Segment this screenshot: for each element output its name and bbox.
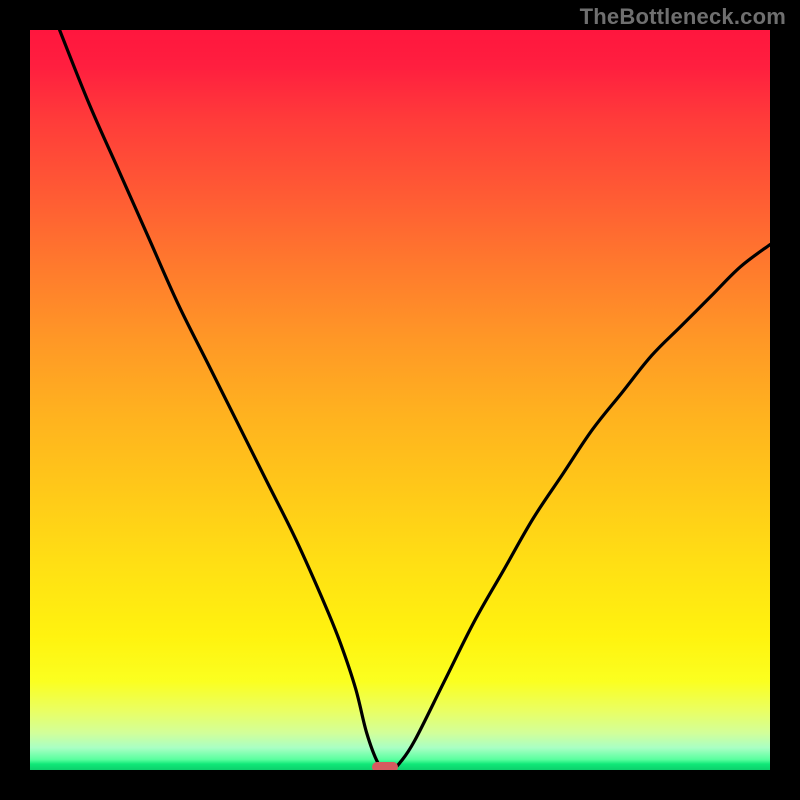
- optimal-point-marker: [372, 762, 398, 770]
- chart-frame: TheBottleneck.com: [0, 0, 800, 800]
- bottleneck-curve: [30, 30, 770, 770]
- watermark-text: TheBottleneck.com: [580, 4, 786, 30]
- plot-area: [30, 30, 770, 770]
